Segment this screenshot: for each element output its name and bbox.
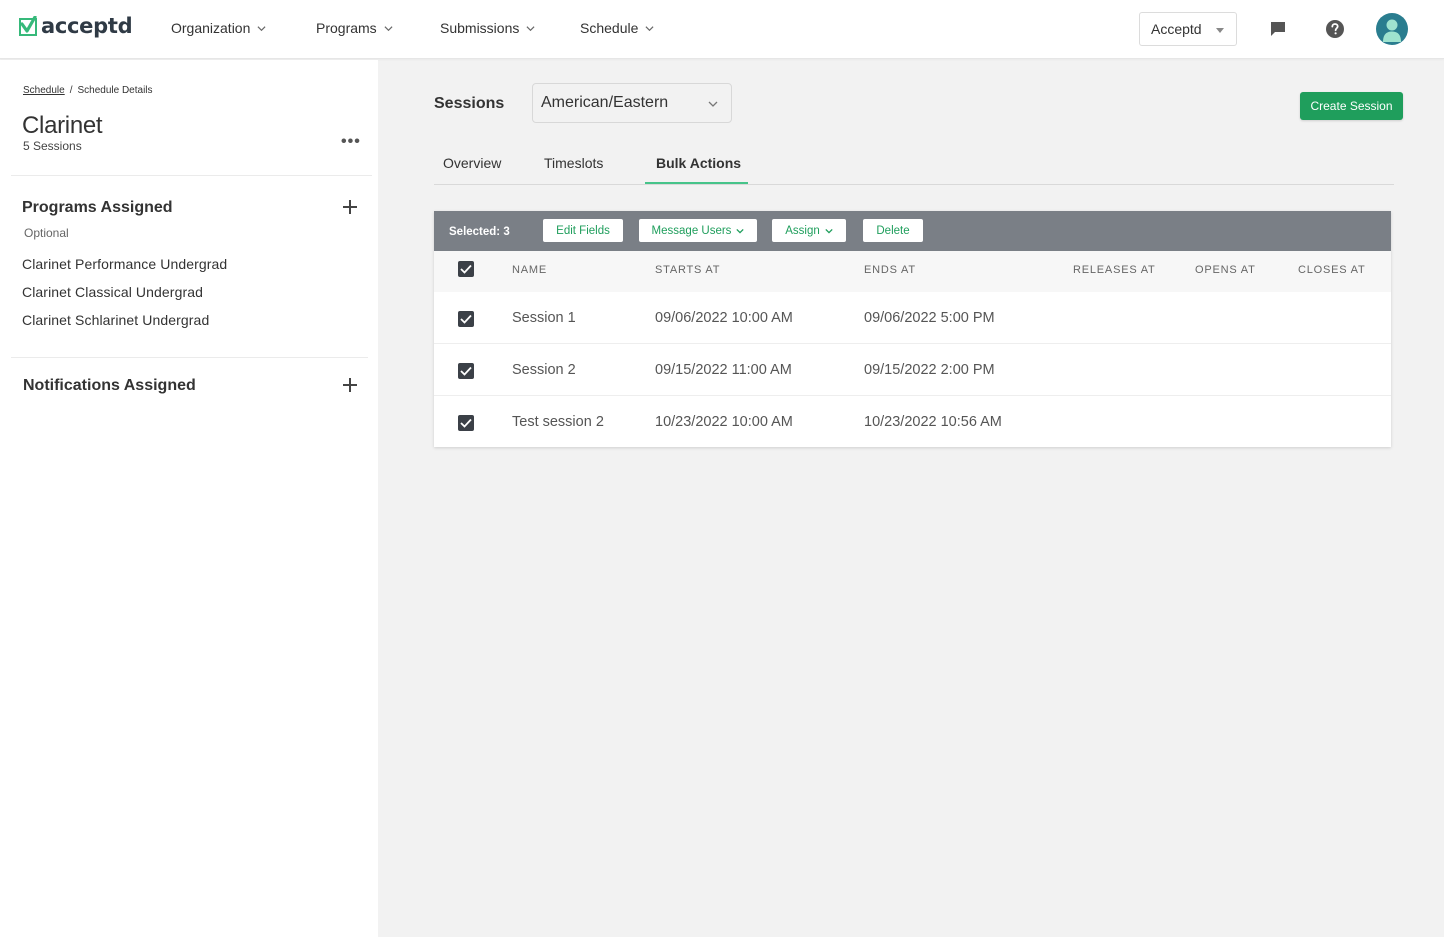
organization-select-value: Acceptd: [1151, 21, 1202, 37]
checkmark-icon: [460, 314, 472, 324]
sessions-table: Selected: 3 Edit Fields Message Users As…: [434, 211, 1391, 447]
chat-button[interactable]: [1267, 18, 1289, 40]
page-title: Clarinet: [22, 112, 103, 139]
chevron-down-icon: [645, 25, 654, 31]
chevron-down-icon: [384, 25, 393, 31]
breadcrumb-separator: /: [69, 85, 73, 96]
add-program-icon[interactable]: [343, 200, 357, 214]
nav-programs[interactable]: Programs: [316, 20, 393, 36]
tab-timeslots[interactable]: Timeslots: [544, 155, 603, 171]
message-users-label: Message Users: [651, 224, 732, 237]
row-checkbox[interactable]: [458, 415, 474, 431]
chevron-down-icon: [825, 228, 833, 234]
row-checkbox[interactable]: [458, 363, 474, 379]
delete-button[interactable]: Delete: [863, 219, 923, 242]
chevron-down-icon: [257, 25, 266, 31]
timezone-select-value: American/Eastern: [541, 94, 669, 111]
column-header-releases-at[interactable]: RELEASES AT: [1073, 264, 1156, 276]
column-header-starts-at[interactable]: STARTS AT: [655, 264, 720, 276]
session-count: 5 Sessions: [23, 139, 82, 153]
add-notification-icon[interactable]: [343, 378, 357, 392]
checkmark-icon: [460, 418, 472, 428]
active-tab-indicator: [645, 182, 748, 184]
breadcrumb-current: Schedule Details: [77, 85, 153, 96]
nav-organization-label: Organization: [171, 20, 251, 36]
column-header-name[interactable]: NAME: [512, 264, 547, 276]
program-item[interactable]: Clarinet Performance Undergrad: [22, 256, 227, 272]
edit-fields-button[interactable]: Edit Fields: [543, 219, 623, 242]
nav-submissions[interactable]: Submissions: [440, 20, 535, 36]
divider: [11, 357, 368, 358]
row-checkbox[interactable]: [458, 311, 474, 327]
session-starts-at: 09/06/2022 10:00 AM: [655, 310, 793, 326]
program-item[interactable]: Clarinet Classical Undergrad: [22, 284, 203, 300]
breadcrumb-schedule-link[interactable]: Schedule: [23, 85, 65, 96]
caret-down-icon: [1216, 28, 1224, 33]
avatar[interactable]: [1376, 13, 1408, 45]
session-name: Session 2: [512, 362, 576, 378]
schedule-details-panel: Schedule / Schedule Details Clarinet 5 S…: [0, 60, 378, 937]
user-avatar-icon: [1383, 19, 1401, 42]
divider: [11, 175, 372, 176]
session-ends-at: 09/15/2022 2:00 PM: [864, 362, 995, 378]
help-button[interactable]: [1324, 18, 1346, 40]
column-header-closes-at[interactable]: CLOSES AT: [1298, 264, 1366, 276]
top-navigation-bar: acceptd Organization Programs Submission…: [0, 0, 1444, 59]
program-item[interactable]: Clarinet Schlarinet Undergrad: [22, 312, 209, 328]
table-row[interactable]: Test session 2 10/23/2022 10:00 AM 10/23…: [434, 396, 1391, 448]
chat-icon: [1271, 22, 1285, 36]
sessions-label: Sessions: [434, 95, 505, 112]
session-name: Session 1: [512, 310, 576, 326]
message-users-button[interactable]: Message Users: [639, 219, 757, 242]
column-header-opens-at[interactable]: OPENS AT: [1195, 264, 1256, 276]
session-tabs: Overview Timeslots Bulk Actions: [434, 147, 1394, 185]
nav-schedule-label: Schedule: [580, 20, 639, 36]
tab-overview[interactable]: Overview: [443, 155, 501, 171]
selected-count: Selected: 3: [449, 226, 510, 238]
session-ends-at: 09/06/2022 5:00 PM: [864, 310, 995, 326]
checkmark-icon: [460, 366, 472, 376]
nav-schedule[interactable]: Schedule: [580, 20, 654, 36]
logo-check-icon: [19, 16, 37, 36]
chevron-down-icon: [526, 25, 535, 31]
logo-text: acceptd: [41, 14, 133, 38]
acceptd-logo[interactable]: acceptd: [19, 14, 133, 38]
session-name: Test session 2: [512, 414, 604, 430]
organization-select[interactable]: Acceptd: [1139, 12, 1237, 46]
table-row[interactable]: Session 2 09/15/2022 11:00 AM 09/15/2022…: [434, 344, 1391, 396]
help-icon: [1326, 20, 1344, 38]
breadcrumb: Schedule / Schedule Details: [23, 85, 153, 96]
column-header-ends-at[interactable]: ENDS AT: [864, 264, 916, 276]
checkmark-icon: [460, 264, 472, 274]
select-all-checkbox[interactable]: [458, 261, 474, 277]
timezone-select[interactable]: American/Eastern: [532, 83, 732, 123]
assign-label: Assign: [785, 224, 820, 237]
nav-submissions-label: Submissions: [440, 20, 520, 36]
tab-bulk-actions[interactable]: Bulk Actions: [656, 155, 741, 171]
session-starts-at: 10/23/2022 10:00 AM: [655, 414, 793, 430]
bulk-action-bar: Selected: 3 Edit Fields Message Users As…: [434, 211, 1391, 251]
programs-optional-note: Optional: [24, 226, 69, 240]
more-options-icon[interactable]: •••: [341, 134, 361, 150]
session-starts-at: 09/15/2022 11:00 AM: [655, 362, 792, 378]
chevron-down-icon: [708, 101, 718, 107]
nav-programs-label: Programs: [316, 20, 377, 36]
table-row[interactable]: Session 1 09/06/2022 10:00 AM 09/06/2022…: [434, 292, 1391, 344]
create-session-button[interactable]: Create Session: [1300, 92, 1403, 120]
assign-button[interactable]: Assign: [772, 219, 846, 242]
programs-assigned-title: Programs Assigned: [22, 199, 173, 216]
notifications-assigned-title: Notifications Assigned: [23, 377, 196, 394]
chevron-down-icon: [736, 228, 745, 234]
session-ends-at: 10/23/2022 10:56 AM: [864, 414, 1002, 430]
nav-organization[interactable]: Organization: [171, 20, 266, 36]
